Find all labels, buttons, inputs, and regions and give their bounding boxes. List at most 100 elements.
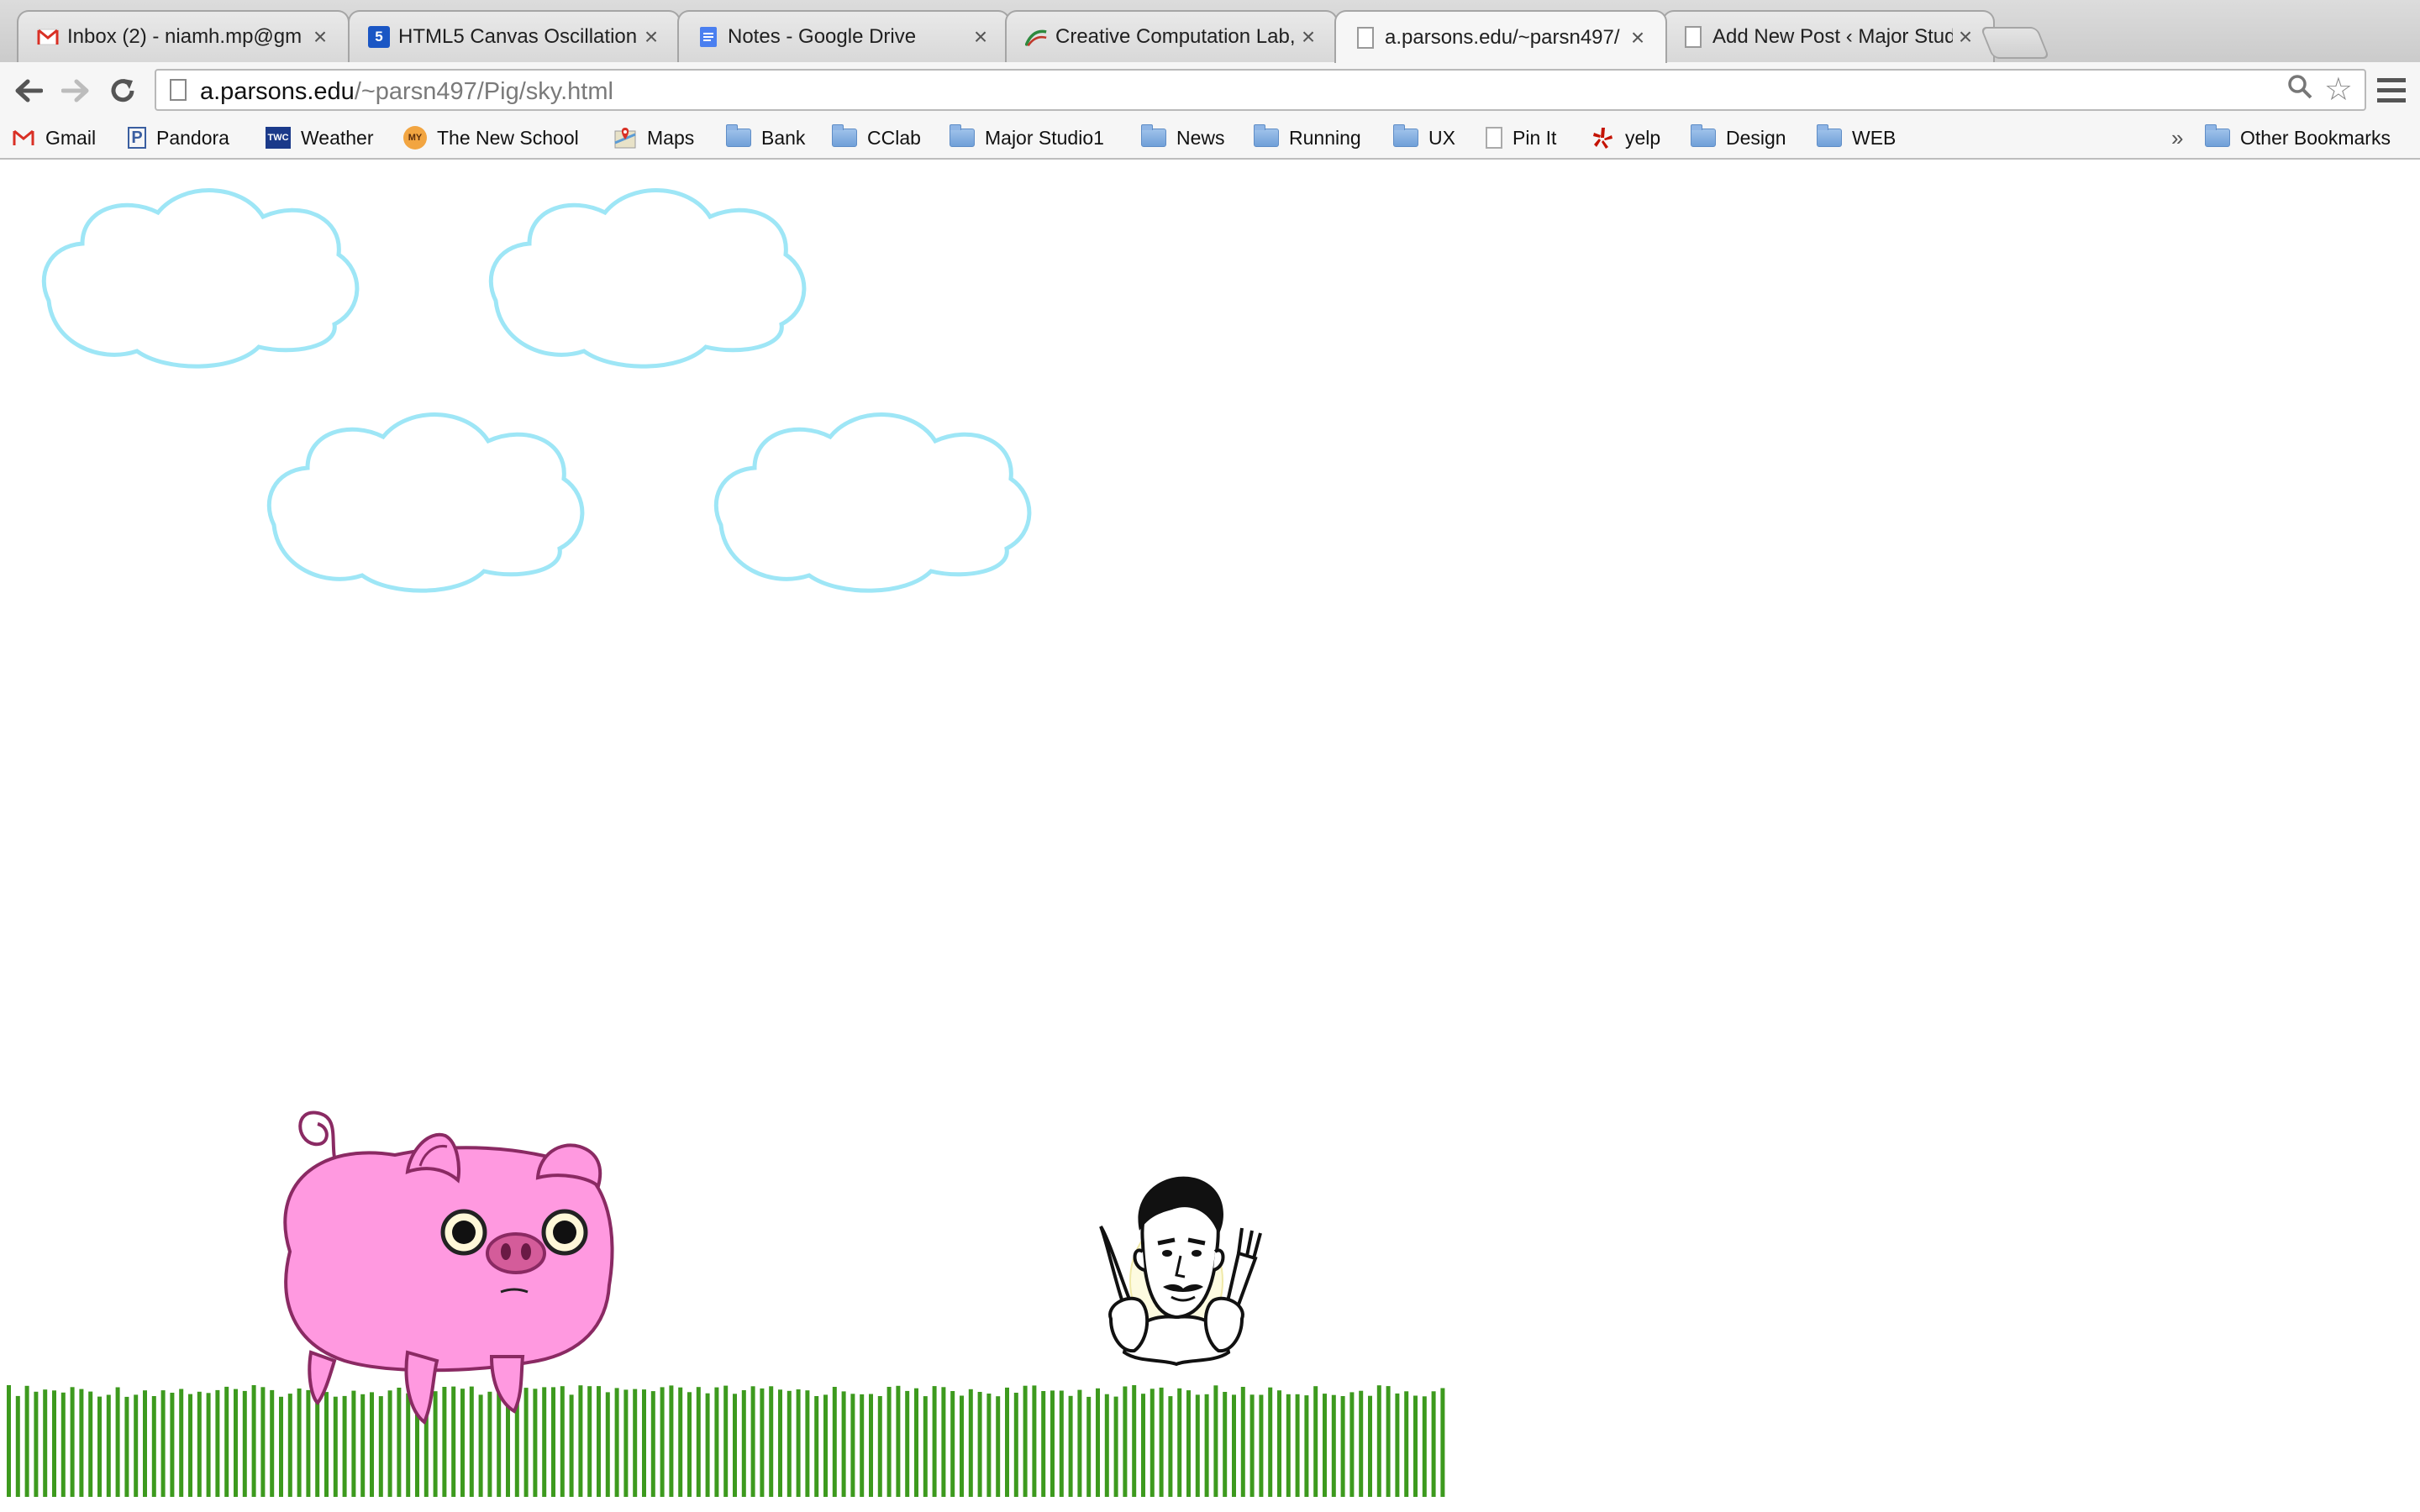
grass-blade — [179, 1389, 184, 1497]
grass-blade — [1413, 1395, 1418, 1497]
grass-blade — [1286, 1394, 1291, 1497]
grass-blade — [88, 1391, 93, 1497]
grass-blade — [823, 1394, 828, 1497]
grass-blade — [170, 1393, 175, 1497]
bookmark-folder-running[interactable]: Running — [1254, 123, 1361, 153]
grass-blade — [151, 1396, 156, 1497]
bookmark-folder-cclab[interactable]: CClab — [832, 123, 921, 153]
page-icon — [1486, 127, 1502, 149]
grass-blade — [723, 1385, 729, 1497]
grass-blade — [333, 1396, 338, 1497]
bookmark-gmail[interactable]: Gmail — [12, 123, 96, 153]
grass-blade — [996, 1396, 1001, 1497]
grass-blade — [877, 1396, 882, 1497]
clouds — [44, 191, 1029, 591]
tab-sky-page[interactable]: a.parsons.edu/~parsn497/ × — [1334, 10, 1667, 63]
forward-button[interactable] — [57, 72, 94, 109]
bookmarks-bar: Gmail P Pandora TWC Weather MY The New S… — [0, 118, 2420, 160]
grass-blade — [1213, 1385, 1218, 1497]
reload-button[interactable] — [104, 72, 141, 109]
close-icon[interactable]: × — [1953, 24, 1978, 50]
gmail-icon — [37, 26, 59, 48]
bookmark-folder-news[interactable]: News — [1141, 123, 1225, 153]
new-tab-button[interactable] — [1980, 27, 2050, 59]
tab-add-new-post[interactable]: Add New Post ‹ Major Stud × — [1662, 10, 1995, 62]
close-icon[interactable]: × — [308, 24, 333, 50]
grass-blade — [1150, 1389, 1155, 1497]
grass — [7, 1385, 1445, 1497]
grass-blade — [705, 1393, 710, 1497]
grass-blade — [923, 1396, 928, 1497]
grass-blade — [533, 1389, 538, 1497]
bookmark-pandora[interactable]: P Pandora — [128, 123, 229, 153]
reload-icon — [111, 79, 134, 102]
grass-blade — [614, 1388, 619, 1497]
bookmark-folder-bank[interactable]: Bank — [726, 123, 805, 153]
bookmark-folder-ux[interactable]: UX — [1393, 123, 1455, 153]
address-bar[interactable]: a.parsons.edu/~parsn497/Pig/sky.html ☆ — [155, 69, 2366, 111]
grass-blade — [1340, 1396, 1345, 1497]
grass-blade — [97, 1396, 102, 1497]
bookmark-star-icon[interactable]: ☆ — [2324, 71, 2353, 108]
grass-blade — [841, 1391, 846, 1497]
grass-blade — [497, 1389, 502, 1497]
close-icon[interactable]: × — [1296, 24, 1321, 50]
grass-blade — [1068, 1395, 1073, 1497]
weather-channel-icon: TWC — [266, 127, 291, 149]
grass-blade — [960, 1395, 964, 1497]
grass-blade — [597, 1386, 601, 1497]
grass-blade — [433, 1391, 438, 1497]
close-icon[interactable]: × — [968, 24, 993, 50]
grass-blade — [1240, 1387, 1245, 1497]
grass-blade — [397, 1388, 402, 1497]
grass-blade — [234, 1389, 238, 1497]
chrome-menu-icon[interactable] — [2375, 72, 2408, 109]
bookmark-yelp[interactable]: yelp — [1591, 123, 1660, 153]
grass-blade — [714, 1387, 719, 1497]
bookmark-pin-it[interactable]: Pin It — [1486, 123, 1556, 153]
grass-blade — [60, 1392, 66, 1497]
close-icon[interactable]: × — [1625, 24, 1650, 51]
grass-blade — [769, 1386, 774, 1497]
grass-blade — [351, 1390, 356, 1497]
bookmark-weather[interactable]: TWC Weather — [266, 123, 374, 153]
grass-blade — [1141, 1394, 1145, 1497]
grass-blade — [460, 1389, 465, 1497]
bookmark-folder-major-studio1[interactable]: Major Studio1 — [950, 123, 1104, 153]
creative-computation-lab-icon — [1025, 26, 1047, 48]
grass-blade — [1132, 1385, 1137, 1497]
forward-arrow-icon — [61, 79, 89, 102]
back-button[interactable] — [10, 72, 47, 109]
grass-blade — [306, 1389, 311, 1497]
bookmark-folder-design[interactable]: Design — [1691, 123, 1786, 153]
page-content — [0, 160, 2420, 1512]
grass-blade — [251, 1385, 256, 1497]
grass-blade — [1013, 1393, 1018, 1497]
grass-blade — [1440, 1388, 1445, 1497]
grass-blade — [986, 1394, 992, 1497]
bookmarks-overflow-button[interactable]: » — [2171, 123, 2183, 153]
tab-html5-canvas[interactable]: 5 HTML5 Canvas Oscillation × — [348, 10, 681, 62]
cloud — [44, 191, 357, 367]
page-icon — [170, 79, 187, 101]
tab-notes-google-drive[interactable]: Notes - Google Drive × — [677, 10, 1010, 62]
other-bookmarks-folder[interactable]: Other Bookmarks — [2205, 123, 2391, 153]
search-icon[interactable] — [2287, 74, 2312, 106]
bookmark-maps[interactable]: Maps — [613, 123, 694, 153]
grass-blade — [124, 1396, 129, 1497]
grass-blade — [370, 1392, 374, 1497]
grass-blade — [1232, 1394, 1236, 1497]
tab-creative-computation-lab[interactable]: Creative Computation Lab, × — [1005, 10, 1338, 62]
grass-blade — [215, 1389, 220, 1497]
close-icon[interactable]: × — [639, 24, 664, 50]
bookmark-folder-web[interactable]: WEB — [1817, 123, 1896, 153]
bookmark-the-new-school[interactable]: MY The New School — [403, 123, 579, 153]
folder-icon — [1691, 124, 1716, 147]
grass-blade — [687, 1392, 692, 1497]
grass-blade — [1059, 1390, 1064, 1497]
grass-blade — [896, 1385, 901, 1497]
browser-toolbar: a.parsons.edu/~parsn497/Pig/sky.html ☆ — [0, 62, 2420, 118]
grass-blade — [1032, 1385, 1037, 1497]
tab-strip: Inbox (2) - niamh.mp@gm × 5 HTML5 Canvas… — [0, 0, 2420, 63]
tab-gmail-inbox[interactable]: Inbox (2) - niamh.mp@gm × — [17, 10, 350, 62]
